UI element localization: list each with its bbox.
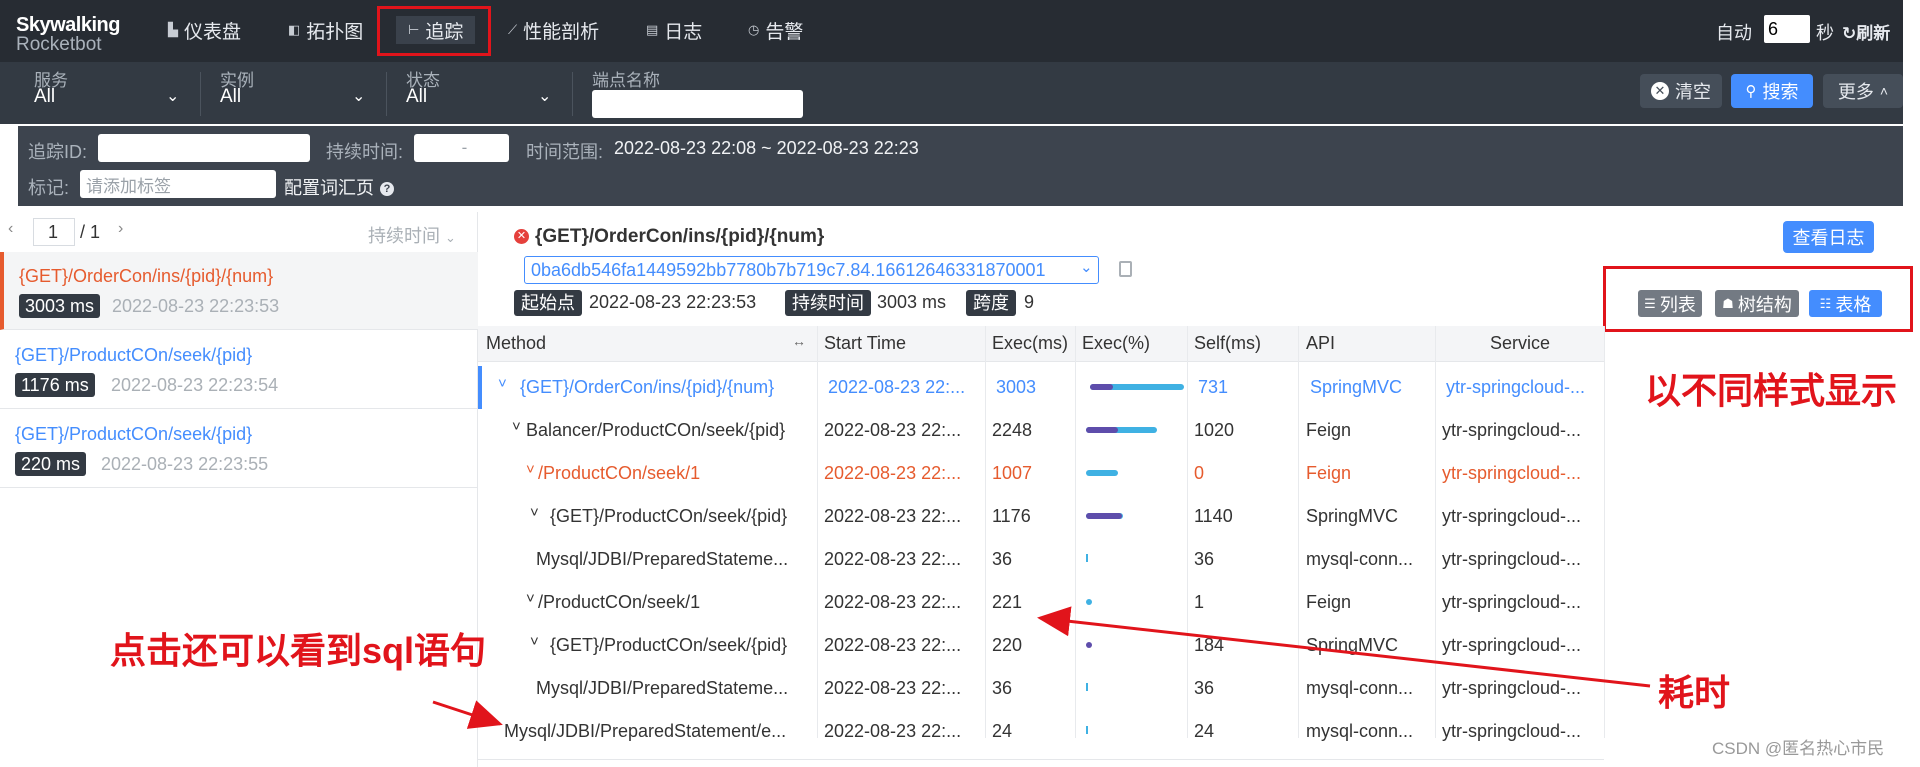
annotation-arrows	[432, 606, 1651, 729]
watermark: CSDN @匿名热心市民	[1712, 739, 1885, 758]
arrow-sql	[432, 700, 503, 729]
arrow-time-cost	[1037, 606, 1651, 688]
